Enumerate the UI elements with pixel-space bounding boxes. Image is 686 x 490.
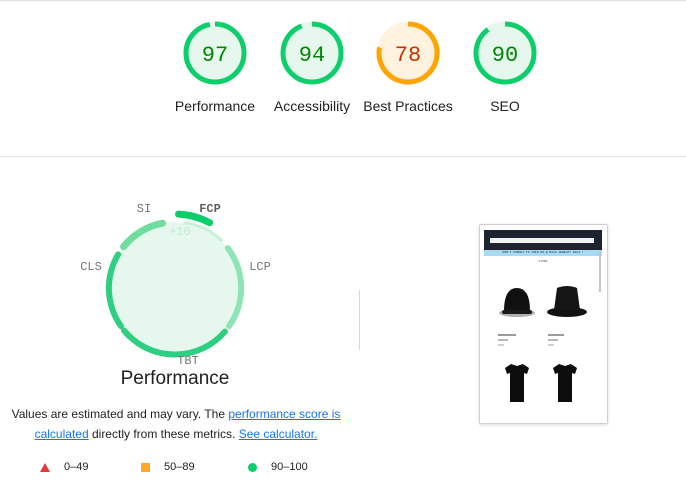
legend-pass: 90–100 [248, 461, 308, 473]
site-search-bar [490, 238, 594, 243]
legend-label: 90–100 [271, 461, 308, 473]
screenshot-image: DON'T FORGET TO JOIN US @ RICH JEWELRY 2… [484, 230, 602, 420]
gauge-score: 78 [395, 43, 421, 68]
product-price-line [498, 339, 508, 341]
product-price-line [548, 339, 558, 341]
legend-label: 50–89 [164, 461, 195, 473]
metric-label-cls: CLS [80, 260, 102, 274]
product-meta-line [548, 344, 554, 346]
product-bucket-hat-image [547, 286, 587, 317]
gauge-ring-seo: 90 [473, 21, 537, 85]
site-banner: DON'T FORGET TO JOIN US @ RICH JEWELRY 2… [484, 250, 602, 256]
site-store-title: STORE [538, 260, 548, 263]
gauge-label: Best Practices [363, 98, 453, 114]
legend-fail: 0–49 [40, 461, 88, 473]
gauge-label: SEO [490, 98, 520, 114]
fcp-delta: +10 [169, 225, 191, 239]
see-calculator-link[interactable]: See calculator. [239, 427, 318, 441]
gauge-seo[interactable]: 90 SEO [455, 20, 555, 116]
performance-description: Values are estimated and may vary. The p… [8, 404, 344, 444]
product-tshirt-image [505, 364, 529, 402]
product-name-line [548, 334, 564, 336]
gauge-label: Accessibility [273, 98, 351, 114]
gauge-ring-accessibility: 94 [280, 21, 344, 85]
section-divider [0, 156, 686, 157]
gauge-score: 94 [299, 43, 325, 68]
gauge-label: Performance [174, 98, 256, 114]
product-cap-image [499, 288, 535, 317]
description-text: directly from these metrics. [88, 427, 239, 441]
legend-average: 50–89 [141, 461, 195, 473]
metric-label-fcp: FCP [199, 202, 221, 216]
gauge-score: 90 [492, 43, 518, 68]
vertical-separator [359, 290, 360, 350]
final-screenshot[interactable]: DON'T FORGET TO JOIN US @ RICH JEWELRY 2… [479, 224, 608, 424]
square-icon [141, 462, 150, 472]
gauge-accessibility[interactable]: 94 Accessibility [262, 20, 362, 116]
metric-label-tbt: TBT [177, 354, 199, 368]
top-border [0, 0, 686, 1]
circle-icon [248, 462, 257, 472]
gauge-ring-performance: 97 [183, 21, 247, 85]
product-name-line [498, 334, 516, 336]
description-text: Values are estimated and may vary. The [11, 407, 229, 421]
product-grid [498, 286, 587, 402]
triangle-icon [40, 462, 50, 472]
product-meta-line [498, 344, 504, 346]
product-tshirt-image [553, 364, 577, 402]
performance-metrics-gauge: SI FCP +10 LCP TBT CLS [80, 202, 271, 368]
metric-label-si: SI [137, 202, 151, 216]
legend-label: 0–49 [64, 461, 89, 473]
gauge-performance[interactable]: 97 Performance [165, 20, 265, 116]
gauge-best-practices[interactable]: 78 Best Practices [358, 20, 458, 116]
gauge-ring-best-practices: 78 [376, 21, 440, 85]
gauge-score: 97 [202, 43, 228, 68]
metric-label-lcp: LCP [249, 260, 271, 274]
performance-title: Performance [120, 368, 230, 389]
site-header [484, 230, 602, 250]
